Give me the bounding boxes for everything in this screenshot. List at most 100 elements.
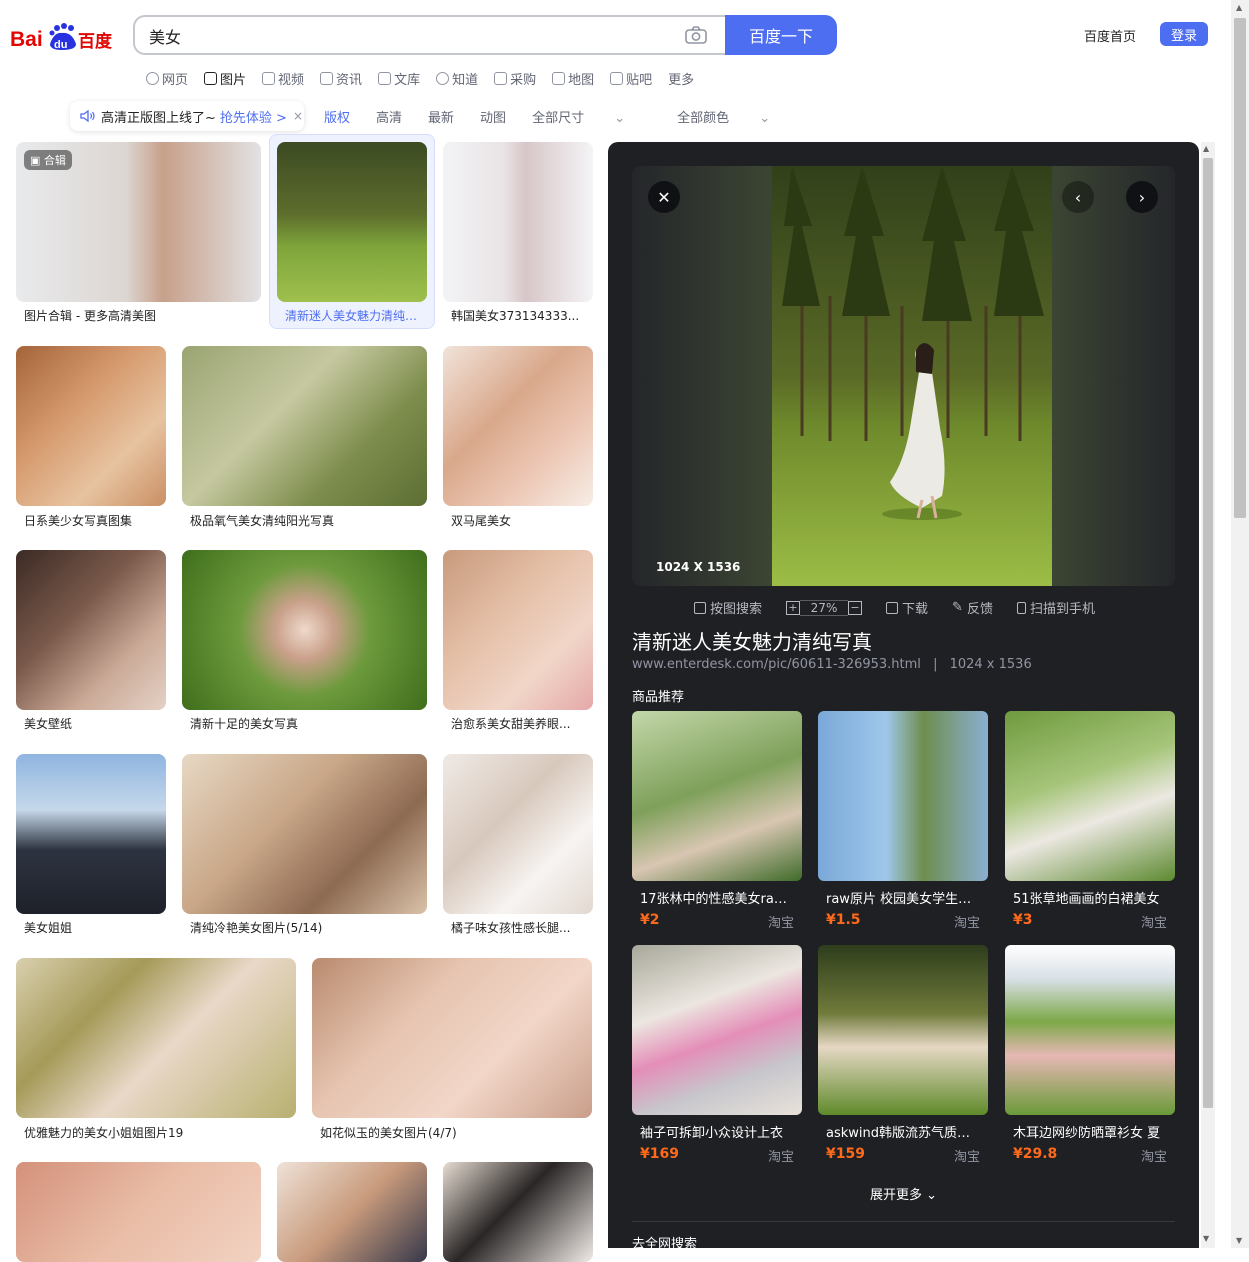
result-image[interactable] bbox=[16, 754, 166, 914]
product-card[interactable]: 17张林中的性感美女raw原片 ¥2 淘宝 bbox=[632, 711, 802, 931]
result-image[interactable] bbox=[277, 142, 427, 302]
result-image[interactable] bbox=[16, 346, 166, 506]
send-to-phone-button[interactable]: 扫描到手机 bbox=[1016, 598, 1095, 617]
result-image[interactable] bbox=[16, 958, 296, 1118]
product-name[interactable]: askwind韩版流苏气质温柔 bbox=[826, 1122, 980, 1141]
scroll-up-arrow-icon[interactable]: ▲ bbox=[1203, 144, 1209, 153]
tab-images[interactable]: 图片 bbox=[204, 68, 246, 88]
login-button[interactable]: 登录 bbox=[1160, 22, 1208, 46]
camera-icon[interactable] bbox=[685, 25, 709, 47]
result-caption[interactable]: 日系美少女写真图集 bbox=[24, 512, 164, 529]
search-whole-web-link[interactable]: 去全网搜索 bbox=[632, 1233, 697, 1252]
result-caption[interactable]: 清新迷人美女魅力清纯写真 bbox=[285, 307, 420, 324]
result-image[interactable] bbox=[443, 754, 593, 914]
result-image[interactable] bbox=[312, 958, 592, 1118]
result-image[interactable] bbox=[182, 754, 427, 914]
result-caption[interactable]: 如花似玉的美女图片(4/7) bbox=[320, 1124, 585, 1141]
chevron-left-icon: ‹ bbox=[1074, 187, 1082, 207]
result-caption[interactable]: 治愈系美女甜美养眼... bbox=[451, 715, 586, 732]
tab-map[interactable]: 地图 bbox=[552, 68, 594, 88]
product-image[interactable] bbox=[632, 711, 802, 881]
product-image[interactable] bbox=[818, 711, 988, 881]
baidu-logo[interactable]: Bai du 百度 bbox=[10, 18, 114, 54]
product-name[interactable]: raw原片 校园美女学生写真 bbox=[826, 888, 980, 907]
page-scroll-down-arrow-icon[interactable]: ▼ bbox=[1236, 1236, 1242, 1245]
product-card[interactable]: askwind韩版流苏气质温柔 ¥159 淘宝 bbox=[818, 945, 988, 1165]
result-caption[interactable]: 清纯冷艳美女图片(5/14) bbox=[190, 919, 420, 936]
zoom-out-button[interactable]: − bbox=[848, 600, 863, 615]
result-image[interactable] bbox=[16, 1162, 261, 1262]
search-box[interactable] bbox=[133, 15, 727, 55]
tab-web[interactable]: 网页 bbox=[146, 68, 188, 88]
scroll-down-arrow-icon[interactable]: ▼ bbox=[1203, 1234, 1209, 1243]
search-button[interactable]: 百度一下 bbox=[725, 15, 837, 55]
next-image-button[interactable]: › bbox=[1126, 181, 1158, 213]
tab-wenku[interactable]: 文库 bbox=[378, 68, 420, 88]
product-image[interactable] bbox=[1005, 945, 1175, 1115]
detail-title[interactable]: 清新迷人美女魅力清纯写真 bbox=[632, 626, 872, 655]
tab-more[interactable]: 更多 bbox=[668, 68, 694, 88]
result-image[interactable] bbox=[277, 1162, 427, 1262]
result-image[interactable] bbox=[443, 142, 593, 302]
tab-video[interactable]: 视频 bbox=[262, 68, 304, 88]
news-icon bbox=[320, 71, 334, 85]
product-name[interactable]: 17张林中的性感美女raw原片 bbox=[640, 888, 794, 907]
product-image[interactable] bbox=[632, 945, 802, 1115]
product-image[interactable] bbox=[1005, 711, 1175, 881]
filter-color-dropdown[interactable]: 全部颜色 ⌄ bbox=[677, 107, 796, 126]
tab-news[interactable]: 资讯 bbox=[320, 68, 362, 88]
tab-caigou[interactable]: 采购 bbox=[494, 68, 536, 88]
product-name[interactable]: 51张草地画画的白裙美女 bbox=[1013, 888, 1167, 907]
chevron-down-icon: ⌄ bbox=[614, 111, 626, 126]
download-button[interactable]: 下载 bbox=[886, 598, 928, 617]
product-name[interactable]: 木耳边网纱防晒罩衫女 夏 bbox=[1013, 1122, 1167, 1141]
filter-hd[interactable]: 高清 bbox=[376, 107, 402, 126]
filter-animated[interactable]: 动图 bbox=[480, 107, 506, 126]
filter-size-dropdown[interactable]: 全部尺寸 ⌄ bbox=[532, 107, 651, 126]
product-card[interactable]: raw原片 校园美女学生写真 ¥1.5 淘宝 bbox=[818, 711, 988, 931]
product-shop: 淘宝 bbox=[953, 1150, 980, 1165]
banner-close-button[interactable]: × bbox=[293, 109, 303, 123]
result-caption[interactable]: 极品氧气美女清纯阳光写真 bbox=[190, 512, 420, 529]
tab-zhidao[interactable]: 知道 bbox=[436, 68, 478, 88]
close-viewer-button[interactable]: ✕ bbox=[648, 181, 680, 213]
source-url[interactable]: www.enterdesk.com/pic/60611-326953.html bbox=[632, 657, 921, 672]
result-caption[interactable]: 橘子味女孩性感长腿... bbox=[451, 919, 586, 936]
previous-image-button[interactable]: ‹ bbox=[1062, 181, 1094, 213]
result-caption[interactable]: 韩国美女373134333... bbox=[451, 307, 586, 324]
expand-more-button[interactable]: 展开更多 ⌄ bbox=[608, 1184, 1199, 1203]
product-card[interactable]: 袖子可拆卸小众设计上衣 ¥169 淘宝 bbox=[632, 945, 802, 1165]
filter-copyright[interactable]: 版权 bbox=[324, 107, 350, 126]
result-image[interactable] bbox=[182, 550, 427, 710]
panel-scrollbar-thumb[interactable] bbox=[1203, 158, 1213, 1108]
result-image[interactable] bbox=[182, 346, 427, 506]
result-caption[interactable]: 双马尾美女 bbox=[451, 512, 586, 529]
product-name[interactable]: 袖子可拆卸小众设计上衣 bbox=[640, 1122, 794, 1141]
result-caption[interactable]: 图片合辑 - 更多高清美图 bbox=[24, 307, 254, 324]
filter-latest[interactable]: 最新 bbox=[428, 107, 454, 126]
product-image[interactable] bbox=[818, 945, 988, 1115]
result-image[interactable] bbox=[443, 346, 593, 506]
result-image[interactable] bbox=[16, 550, 166, 710]
tab-tieba[interactable]: 贴吧 bbox=[610, 68, 652, 88]
product-card[interactable]: 51张草地画画的白裙美女 ¥3 淘宝 bbox=[1005, 711, 1175, 931]
result-caption[interactable]: 优雅魅力的美女小姐姐图片19 bbox=[24, 1124, 289, 1141]
result-caption[interactable]: 清新十足的美女写真 bbox=[190, 715, 420, 732]
preview-image[interactable] bbox=[772, 166, 1052, 586]
search-by-image-button[interactable]: 按图搜索 bbox=[694, 598, 762, 617]
page-scroll-up-arrow-icon[interactable]: ▲ bbox=[1236, 3, 1242, 12]
result-image[interactable]: ▣ 合辑 bbox=[16, 142, 261, 302]
result-image[interactable] bbox=[443, 1162, 593, 1262]
tool-label: 反馈 bbox=[966, 602, 993, 617]
result-caption[interactable]: 美女壁纸 bbox=[24, 715, 164, 732]
result-image[interactable] bbox=[443, 550, 593, 710]
page-scrollbar-thumb[interactable] bbox=[1234, 18, 1246, 518]
search-input[interactable] bbox=[149, 25, 669, 47]
product-card[interactable]: 木耳边网纱防晒罩衫女 夏 ¥29.8 淘宝 bbox=[1005, 945, 1175, 1165]
tool-label: 下载 bbox=[902, 602, 929, 617]
result-caption[interactable]: 美女姐姐 bbox=[24, 919, 164, 936]
zoom-in-button[interactable]: + bbox=[786, 600, 801, 615]
feedback-button[interactable]: ✎ 反馈 bbox=[952, 598, 993, 617]
banner-link[interactable]: 抢先体验 > bbox=[220, 107, 287, 126]
home-link[interactable]: 百度首页 bbox=[1084, 26, 1136, 45]
